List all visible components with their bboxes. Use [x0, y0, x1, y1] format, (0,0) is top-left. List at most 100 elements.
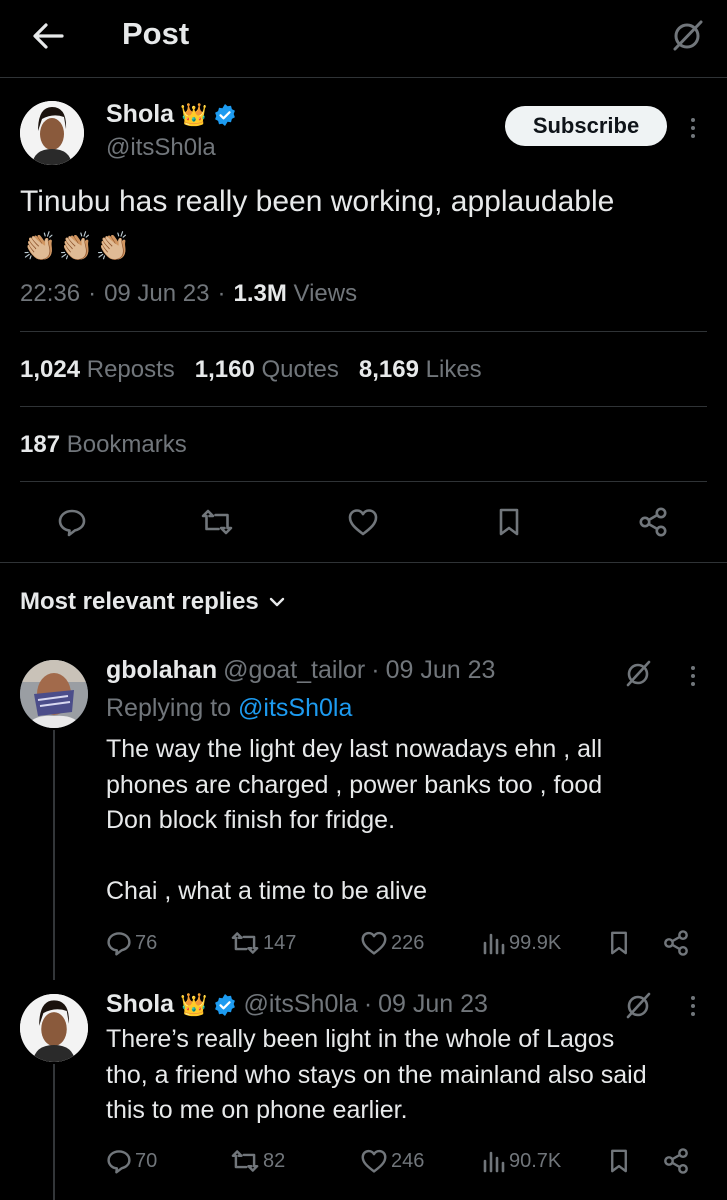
grok-button[interactable]: [667, 15, 707, 55]
replying-to: Replying to @itsSh0la: [106, 694, 352, 723]
reply-author-name[interactable]: Shola: [106, 990, 174, 1019]
reply-text-line: tho, a friend who stays on the mainland …: [106, 1060, 647, 1089]
divider: [20, 331, 707, 332]
reply-date: 09 Jun 23: [378, 990, 488, 1018]
replies-sort-label: Most relevant replies: [20, 588, 259, 615]
more-dot-icon: [691, 1012, 695, 1016]
reply-count: 70: [135, 1149, 158, 1172]
like-count: 246: [391, 1149, 425, 1172]
heart-icon: [361, 1149, 387, 1173]
reply-button[interactable]: 70: [106, 1146, 157, 1176]
reposts-count: 1,024: [20, 356, 81, 383]
reply-text: There’s really been light in the whole o…: [106, 1022, 711, 1129]
reply-author-handle[interactable]: @itsSh0la: [243, 990, 357, 1019]
share-button[interactable]: [662, 928, 690, 958]
bookmark-button[interactable]: [608, 928, 630, 958]
heart-icon: [348, 509, 378, 536]
bookmark-icon: [611, 931, 627, 955]
verified-badge-icon: [215, 993, 236, 1016]
more-dot-icon: [691, 666, 695, 670]
reply-more-button[interactable]: [683, 988, 703, 1024]
post-meta: 22:36 · 09 Jun 23 · 1.3M Views: [20, 280, 357, 308]
reply-count: 76: [135, 931, 158, 954]
bookmark-button[interactable]: [489, 502, 529, 542]
more-dot-icon: [691, 134, 695, 138]
like-button[interactable]: 226: [360, 928, 424, 958]
likes-stat[interactable]: 8,169 Likes: [359, 356, 482, 384]
meta-separator: ·: [363, 990, 373, 1018]
post-time: 22:36: [20, 280, 81, 307]
repost-button[interactable]: [197, 502, 237, 542]
like-count: 226: [391, 931, 425, 954]
heart-icon: [361, 931, 387, 955]
views-label: Views: [293, 280, 358, 307]
back-arrow-icon: [33, 23, 64, 49]
replies-sort-dropdown[interactable]: Most relevant replies: [20, 588, 285, 616]
reply-text-line: phones are charged , power banks too , f…: [106, 770, 603, 799]
reply-avatar[interactable]: [20, 660, 88, 728]
more-dot-icon: [691, 674, 695, 678]
share-button[interactable]: [662, 1146, 690, 1176]
share-button[interactable]: [633, 502, 673, 542]
author-name: Shola: [106, 100, 175, 128]
author-name-row[interactable]: Shola 👑: [106, 100, 237, 129]
grok-icon: [626, 660, 651, 687]
meta-separator: ·: [217, 280, 226, 307]
subscribe-button[interactable]: Subscribe: [505, 106, 667, 146]
bookmark-button[interactable]: [608, 1146, 630, 1176]
bookmarks-stat[interactable]: 187 Bookmarks: [20, 431, 187, 459]
reply-button[interactable]: 76: [106, 928, 157, 958]
reply-avatar[interactable]: [20, 994, 88, 1062]
share-icon: [664, 930, 688, 956]
views-count: 90.7K: [509, 1149, 562, 1172]
reply-button[interactable]: [52, 502, 92, 542]
views[interactable]: 1.3M Views: [233, 280, 357, 308]
like-button[interactable]: 246: [360, 1146, 424, 1176]
views-chart-icon: [483, 1151, 505, 1173]
back-button[interactable]: [28, 18, 68, 54]
repost-button[interactable]: 82: [230, 1146, 285, 1176]
reply-author-name[interactable]: gbolahan: [106, 656, 217, 685]
reply-action-bar: 70 82 246 90.7K: [106, 1146, 706, 1176]
repost-button[interactable]: 147: [230, 928, 296, 958]
repost-icon: [201, 509, 233, 535]
emoji-line: 👏🏼👏🏼👏🏼: [22, 231, 133, 262]
quotes-stat[interactable]: 1,160 Quotes: [195, 356, 339, 384]
reply-author-handle[interactable]: @goat_tailor: [223, 656, 365, 685]
thread-line: [53, 1064, 55, 1200]
like-button[interactable]: [343, 502, 383, 542]
author-handle[interactable]: @itsSh0la: [106, 134, 216, 162]
page-title: Post: [122, 16, 190, 51]
divider: [20, 406, 707, 407]
divider: [0, 562, 727, 563]
reposts-stat[interactable]: 1,024 Reposts: [20, 356, 175, 384]
replying-mention[interactable]: @itsSh0la: [238, 694, 352, 722]
reply-text-line: There’s really been light in the whole o…: [106, 1025, 615, 1053]
more-dot-icon: [691, 996, 695, 1000]
quotes-count: 1,160: [194, 356, 255, 383]
reply-icon: [107, 932, 131, 956]
replying-prefix: Replying to: [106, 694, 232, 722]
chevron-down-icon: [269, 597, 284, 607]
views-chart-icon: [483, 933, 505, 955]
reply-text-line: The way the light dey last nowadays ehn …: [106, 735, 603, 763]
reply-date: 09 Jun 23: [385, 656, 496, 684]
reply-action-bar: 76 147 226 99.9K: [106, 928, 706, 958]
likes-count: 8,169: [358, 356, 419, 383]
share-icon: [664, 1148, 688, 1174]
post-text: Tinubu has really been working, applauda…: [20, 185, 615, 218]
post-action-bar: [0, 494, 727, 550]
views-button[interactable]: 99.9K: [482, 928, 561, 958]
grok-button[interactable]: [621, 656, 655, 690]
reply-icon: [107, 1150, 131, 1174]
views-button[interactable]: 90.7K: [482, 1146, 561, 1176]
meta-separator: ·: [88, 280, 97, 307]
reply-more-button[interactable]: [683, 658, 703, 694]
verified-badge-icon: [215, 103, 236, 126]
grok-button[interactable]: [621, 988, 655, 1022]
reply-text: The way the light dey last nowadays ehn …: [106, 732, 696, 910]
meta-separator: ·: [371, 656, 380, 684]
author-avatar[interactable]: [20, 101, 84, 165]
post-more-button[interactable]: [683, 110, 703, 146]
